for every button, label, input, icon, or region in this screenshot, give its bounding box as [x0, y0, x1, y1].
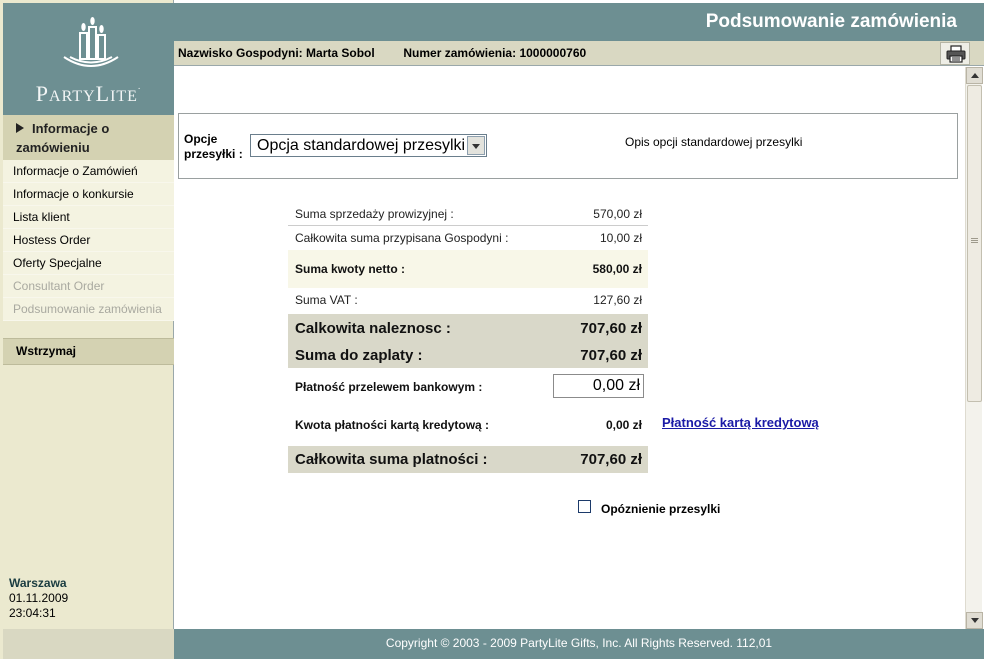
summary-row-card-payment: Kwota płatności kartą kredytową : 0,00 z…: [288, 406, 648, 444]
credit-card-payment-link[interactable]: Płatność kartą kredytową: [662, 415, 819, 430]
hostess-label: Nazwisko Gospodyni:: [178, 46, 303, 60]
summary-row-bank-transfer: Płatność przelewem bankowym : 0,00 zł: [288, 368, 648, 406]
order-number-label: Numer zamówienia:: [403, 46, 517, 60]
summary-label: Płatność przelewem bankowym :: [295, 380, 483, 394]
page-title: Podsumowanie zamówienia: [174, 3, 984, 41]
shipping-option-description: Opis opcji standardowej przesylki: [625, 135, 803, 149]
sidebar-item-hostess-order[interactable]: Hostess Order: [3, 229, 174, 252]
sidebar-section-title[interactable]: Informacje o zamówieniu: [3, 115, 174, 160]
shipping-delay-checkbox[interactable]: [578, 500, 591, 513]
sidebar-menu: Informacje o Zamówień Informacje o konku…: [3, 160, 174, 321]
time-label: 23:04:31: [9, 606, 56, 620]
sidebar-item-order-info[interactable]: Informacje o Zamówień: [3, 160, 174, 183]
summary-row-hostess-total: Całkowita suma przypisana Gospodyni : 10…: [288, 226, 648, 250]
summary-value: 707,60 zł: [580, 451, 642, 468]
date-label: 01.11.2009: [9, 591, 69, 605]
sidebar-bottom-bar: [3, 629, 174, 659]
summary-row-net: Suma kwoty netto : 580,00 zł: [288, 250, 648, 288]
summary-label: Suma do zaplaty :: [295, 347, 423, 364]
sidebar: PARTYLITE. Informacje o zamówieniu Infor…: [0, 0, 174, 659]
summary-label: Całkowita suma platności :: [295, 451, 488, 468]
summary-value: 580,00 zł: [592, 262, 642, 276]
order-info-bar: Nazwisko Gospodyni: Marta Sobol Numer za…: [174, 41, 984, 66]
summary-row-commission-sales: Suma sprzedaży prowizyjnej : 570,00 zł: [288, 202, 648, 226]
scroll-down-button[interactable]: [966, 612, 983, 629]
summary-value: 707,60 zł: [580, 320, 642, 337]
order-number: 1000000760: [519, 46, 587, 60]
copyright-footer: Copyright © 2003 - 2009 PartyLite Gifts,…: [174, 629, 984, 659]
summary-row-to-pay: Suma do zaplaty : 707,60 zł: [288, 341, 648, 368]
printer-icon: [946, 45, 966, 63]
scrollbar-thumb[interactable]: [967, 85, 982, 402]
shipping-delay-label: Opóznienie przesylki: [601, 502, 721, 516]
sidebar-item-client-list[interactable]: Lista klient: [3, 206, 174, 229]
scroll-up-button[interactable]: [966, 67, 983, 84]
shipping-option-value: Opcja standardowej przesylki: [257, 137, 466, 154]
sidebar-item-order-summary: Podsumowanie zamówienia: [3, 298, 174, 321]
shipping-options-label: Opcje przesyłki :: [184, 132, 243, 161]
chevron-down-icon[interactable]: [467, 136, 485, 155]
summary-value: 0,00 zł: [605, 418, 642, 432]
main-content: Opcje przesyłki : Opcja standardowej prz…: [174, 67, 965, 629]
bank-transfer-input[interactable]: 0,00 zł: [553, 374, 644, 398]
summary-label: Całkowita suma przypisana Gospodyni :: [295, 231, 509, 245]
sidebar-item-consultant-order: Consultant Order: [3, 275, 174, 298]
summary-label: Suma kwoty netto :: [295, 262, 406, 276]
summary-value: 707,60 zł: [580, 347, 642, 364]
summary-row-vat: Suma VAT : 127,60 zł: [288, 288, 648, 314]
summary-label: Suma VAT :: [295, 293, 358, 307]
summary-value: 570,00 zł: [593, 207, 642, 221]
print-button[interactable]: [940, 42, 970, 65]
session-info: Warszawa 01.11.2009 23:04:31: [9, 576, 68, 621]
summary-row-total-due: Calkowita naleznosc : 707,60 zł: [288, 314, 648, 341]
grip-icon: [971, 238, 978, 239]
shipping-options-panel: Opcje przesyłki : Opcja standardowej prz…: [178, 113, 958, 179]
city-label: Warszawa: [9, 576, 67, 590]
shipping-option-select[interactable]: Opcja standardowej przesylki: [250, 134, 487, 157]
logo-text: PARTYLITE.: [35, 81, 142, 106]
candles-icon: [63, 17, 119, 67]
sidebar-item-contest-info[interactable]: Informacje o konkursie: [3, 183, 174, 206]
summary-label: Suma sprzedaży prowizyjnej :: [295, 207, 454, 221]
summary-label: Kwota płatności kartą kredytową :: [295, 418, 490, 432]
summary-value: 10,00 zł: [599, 231, 642, 245]
vertical-scrollbar[interactable]: [965, 67, 983, 629]
summary-value: 127,60 zł: [593, 293, 642, 307]
hostess-name: Marta Sobol: [306, 46, 375, 60]
partylite-logo[interactable]: PARTYLITE.: [3, 3, 174, 115]
hold-button[interactable]: Wstrzymaj: [3, 338, 174, 365]
summary-label: Calkowita naleznosc :: [295, 320, 451, 337]
order-summary-table: Suma sprzedaży prowizyjnej : 570,00 zł C…: [288, 202, 648, 473]
sidebar-item-special-offers[interactable]: Oferty Specjalne: [3, 252, 174, 275]
summary-row-total-payments: Całkowita suma platności : 707,60 zł: [288, 446, 648, 473]
triangle-right-icon: [16, 123, 24, 133]
